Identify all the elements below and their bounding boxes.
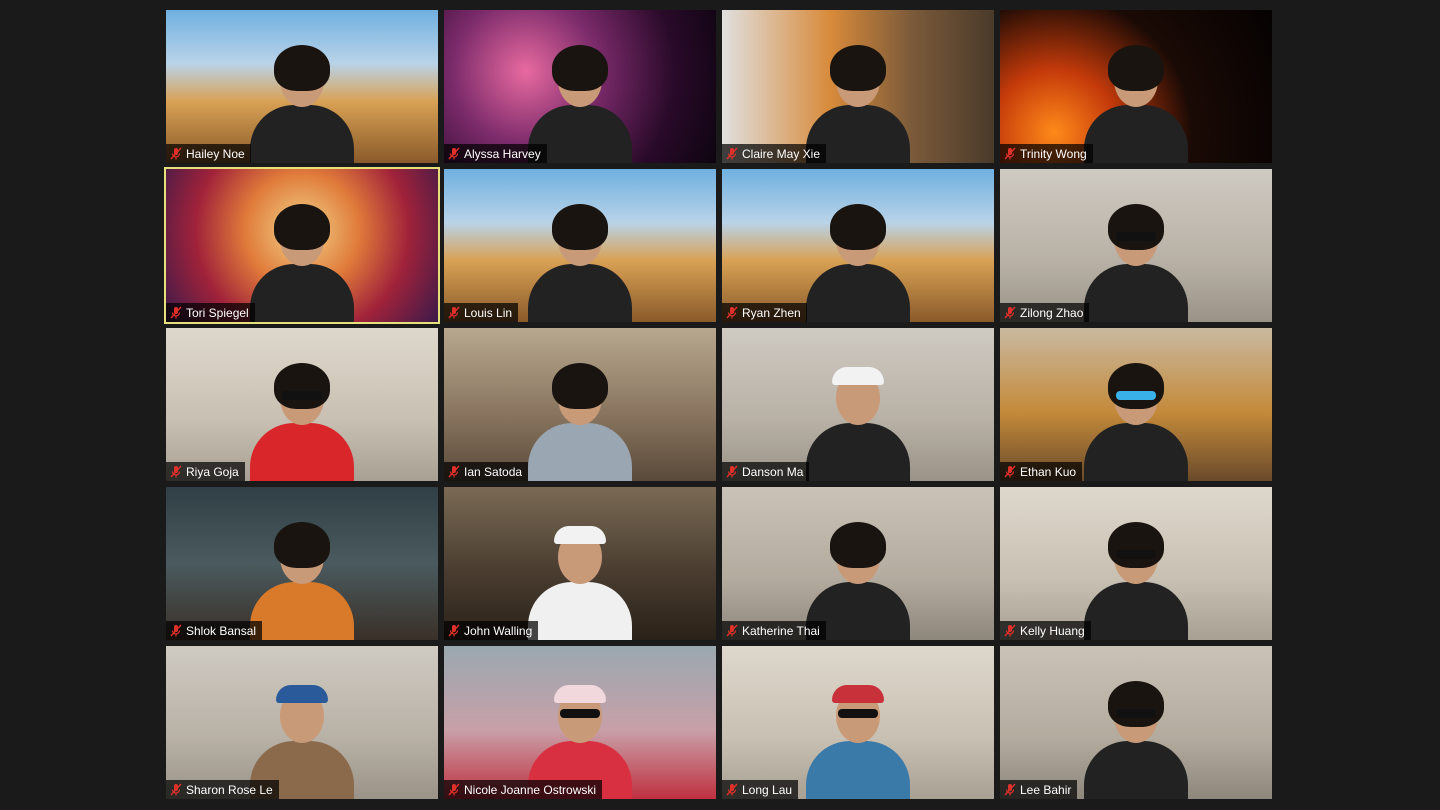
participant-avatar <box>520 202 640 322</box>
participant-nameplate: John Walling <box>444 621 539 640</box>
participant-name: Long Lau <box>742 782 793 797</box>
participant-nameplate: Alyssa Harvey <box>444 144 547 163</box>
participant-avatar <box>798 361 918 481</box>
participant-name: Ryan Zhen <box>742 305 801 320</box>
participant-tile[interactable]: Nicole Joanne Ostrowski <box>444 646 716 799</box>
participant-name: Shlok Bansal <box>186 623 257 638</box>
participant-avatar <box>1076 361 1196 481</box>
participant-avatar <box>520 361 640 481</box>
participant-tile-active-speaker[interactable]: Tori Spiegel <box>164 167 440 324</box>
participant-name: Zilong Zhao <box>1020 305 1084 320</box>
participant-tile[interactable]: Kelly Huang <box>1000 487 1272 640</box>
participant-avatar <box>1076 202 1196 322</box>
participant-tile[interactable]: Alyssa Harvey <box>444 10 716 163</box>
participant-name: Lee Bahir <box>1020 782 1072 797</box>
participant-nameplate: Zilong Zhao <box>1000 303 1090 322</box>
participant-nameplate: Hailey Noe <box>166 144 251 163</box>
participant-tile[interactable]: Ryan Zhen <box>722 169 994 322</box>
participant-nameplate: Ryan Zhen <box>722 303 807 322</box>
participant-tile[interactable]: Shlok Bansal <box>166 487 438 640</box>
participant-name: John Walling <box>464 623 533 638</box>
participant-tile[interactable]: Ian Satoda <box>444 328 716 481</box>
participant-nameplate: Nicole Joanne Ostrowski <box>444 780 603 799</box>
participant-name: Ethan Kuo <box>1020 464 1077 479</box>
participant-name: Hailey Noe <box>186 146 245 161</box>
participant-name: Claire May Xie <box>742 146 821 161</box>
participant-avatar <box>1076 43 1196 163</box>
muted-mic-icon <box>726 624 738 637</box>
participant-name: Danson Ma <box>742 464 804 479</box>
participant-nameplate: Ethan Kuo <box>1000 462 1083 481</box>
muted-mic-icon <box>726 306 738 319</box>
participant-avatar <box>242 43 362 163</box>
participant-tile[interactable]: Claire May Xie <box>722 10 994 163</box>
muted-mic-icon <box>448 624 460 637</box>
participant-tile[interactable]: Ethan Kuo <box>1000 328 1272 481</box>
participant-tile[interactable]: Lee Bahir <box>1000 646 1272 799</box>
participant-avatar <box>1076 679 1196 799</box>
muted-mic-icon <box>448 147 460 160</box>
participant-tile[interactable]: Katherine Thai <box>722 487 994 640</box>
muted-mic-icon <box>448 783 460 796</box>
video-gallery: Hailey Noe Alyssa Harvey Claire May Xie … <box>164 10 1274 800</box>
participant-name: Sharon Rose Le <box>186 782 273 797</box>
participant-tile[interactable]: Trinity Wong <box>1000 10 1272 163</box>
participant-name: Alyssa Harvey <box>464 146 541 161</box>
muted-mic-icon <box>170 465 182 478</box>
participant-tile[interactable]: Hailey Noe <box>166 10 438 163</box>
participant-avatar <box>798 679 918 799</box>
muted-mic-icon <box>726 465 738 478</box>
muted-mic-icon <box>1004 624 1016 637</box>
participant-avatar <box>242 202 362 322</box>
participant-nameplate: Shlok Bansal <box>166 621 263 640</box>
participant-avatar <box>242 361 362 481</box>
muted-mic-icon <box>726 147 738 160</box>
participant-nameplate: Kelly Huang <box>1000 621 1091 640</box>
participant-nameplate: Tori Spiegel <box>166 303 255 322</box>
participant-name: Katherine Thai <box>742 623 820 638</box>
participant-tile[interactable]: Danson Ma <box>722 328 994 481</box>
participant-nameplate: Danson Ma <box>722 462 810 481</box>
participant-name: Tori Spiegel <box>186 305 249 320</box>
participant-tile[interactable]: Louis Lin <box>444 169 716 322</box>
participant-name: Trinity Wong <box>1020 146 1087 161</box>
participant-name: Riya Goja <box>186 464 239 479</box>
participant-tile[interactable]: Sharon Rose Le <box>166 646 438 799</box>
participant-name: Louis Lin <box>464 305 513 320</box>
participant-nameplate: Sharon Rose Le <box>166 780 279 799</box>
participant-nameplate: Long Lau <box>722 780 799 799</box>
participant-nameplate: Claire May Xie <box>722 144 827 163</box>
muted-mic-icon <box>1004 783 1016 796</box>
participant-nameplate: Ian Satoda <box>444 462 529 481</box>
muted-mic-icon <box>448 465 460 478</box>
participant-nameplate: Riya Goja <box>166 462 245 481</box>
participant-name: Ian Satoda <box>464 464 523 479</box>
participant-name: Kelly Huang <box>1020 623 1085 638</box>
muted-mic-icon <box>448 306 460 319</box>
participant-name: Nicole Joanne Ostrowski <box>464 782 597 797</box>
participant-tile[interactable]: John Walling <box>444 487 716 640</box>
muted-mic-icon <box>170 147 182 160</box>
participant-tile[interactable]: Riya Goja <box>166 328 438 481</box>
muted-mic-icon <box>1004 147 1016 160</box>
participant-nameplate: Trinity Wong <box>1000 144 1093 163</box>
participant-nameplate: Louis Lin <box>444 303 519 322</box>
participant-nameplate: Katherine Thai <box>722 621 826 640</box>
muted-mic-icon <box>170 783 182 796</box>
muted-mic-icon <box>170 624 182 637</box>
participant-tile[interactable]: Zilong Zhao <box>1000 169 1272 322</box>
participant-avatar <box>798 202 918 322</box>
muted-mic-icon <box>726 783 738 796</box>
muted-mic-icon <box>1004 465 1016 478</box>
participant-avatar <box>1076 520 1196 640</box>
participant-tile[interactable]: Long Lau <box>722 646 994 799</box>
muted-mic-icon <box>170 306 182 319</box>
muted-mic-icon <box>1004 306 1016 319</box>
participant-nameplate: Lee Bahir <box>1000 780 1078 799</box>
